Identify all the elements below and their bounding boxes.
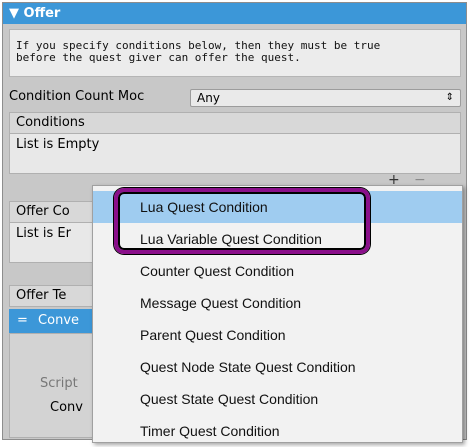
- add-condition-menu: Lua Quest Condition Lua Variable Quest C…: [92, 185, 463, 443]
- help-box: If you specify conditions below, then th…: [9, 29, 461, 77]
- condition-count-label: Condition Count Moc: [9, 89, 145, 104]
- offer-foldout-header[interactable]: ▼ Offer: [3, 3, 466, 24]
- menu-item-message-quest-condition[interactable]: Message Quest Condition: [93, 287, 462, 319]
- offer-conditions-empty-text: List is Er: [16, 226, 71, 241]
- conditions-list-body: List is Empty: [9, 134, 461, 174]
- script-value[interactable]: Conv: [50, 400, 83, 415]
- condition-count-select[interactable]: Any ⇕: [190, 89, 461, 107]
- menu-item-quest-node-state-quest-condition[interactable]: Quest Node State Quest Condition: [93, 351, 462, 383]
- menu-item-lua-quest-condition[interactable]: Lua Quest Condition: [93, 191, 462, 223]
- select-arrow-icon: ⇕: [445, 92, 454, 103]
- menu-item-lua-variable-quest-condition[interactable]: Lua Variable Quest Condition: [93, 223, 462, 255]
- menu-item-quest-state-quest-condition[interactable]: Quest State Quest Condition: [93, 383, 462, 415]
- script-label: Script: [40, 376, 78, 391]
- conditions-list-header: Conditions: [9, 112, 461, 134]
- menu-item-parent-quest-condition[interactable]: Parent Quest Condition: [93, 319, 462, 351]
- conditions-empty-text: List is Empty: [16, 137, 100, 152]
- drag-handle-icon[interactable]: =: [17, 313, 28, 328]
- menu-item-counter-quest-condition[interactable]: Counter Quest Condition: [93, 255, 462, 287]
- condition-count-value: Any: [197, 91, 220, 105]
- offer-text-item-label: Conve: [38, 313, 80, 328]
- menu-item-timer-quest-condition[interactable]: Timer Quest Condition: [93, 415, 462, 447]
